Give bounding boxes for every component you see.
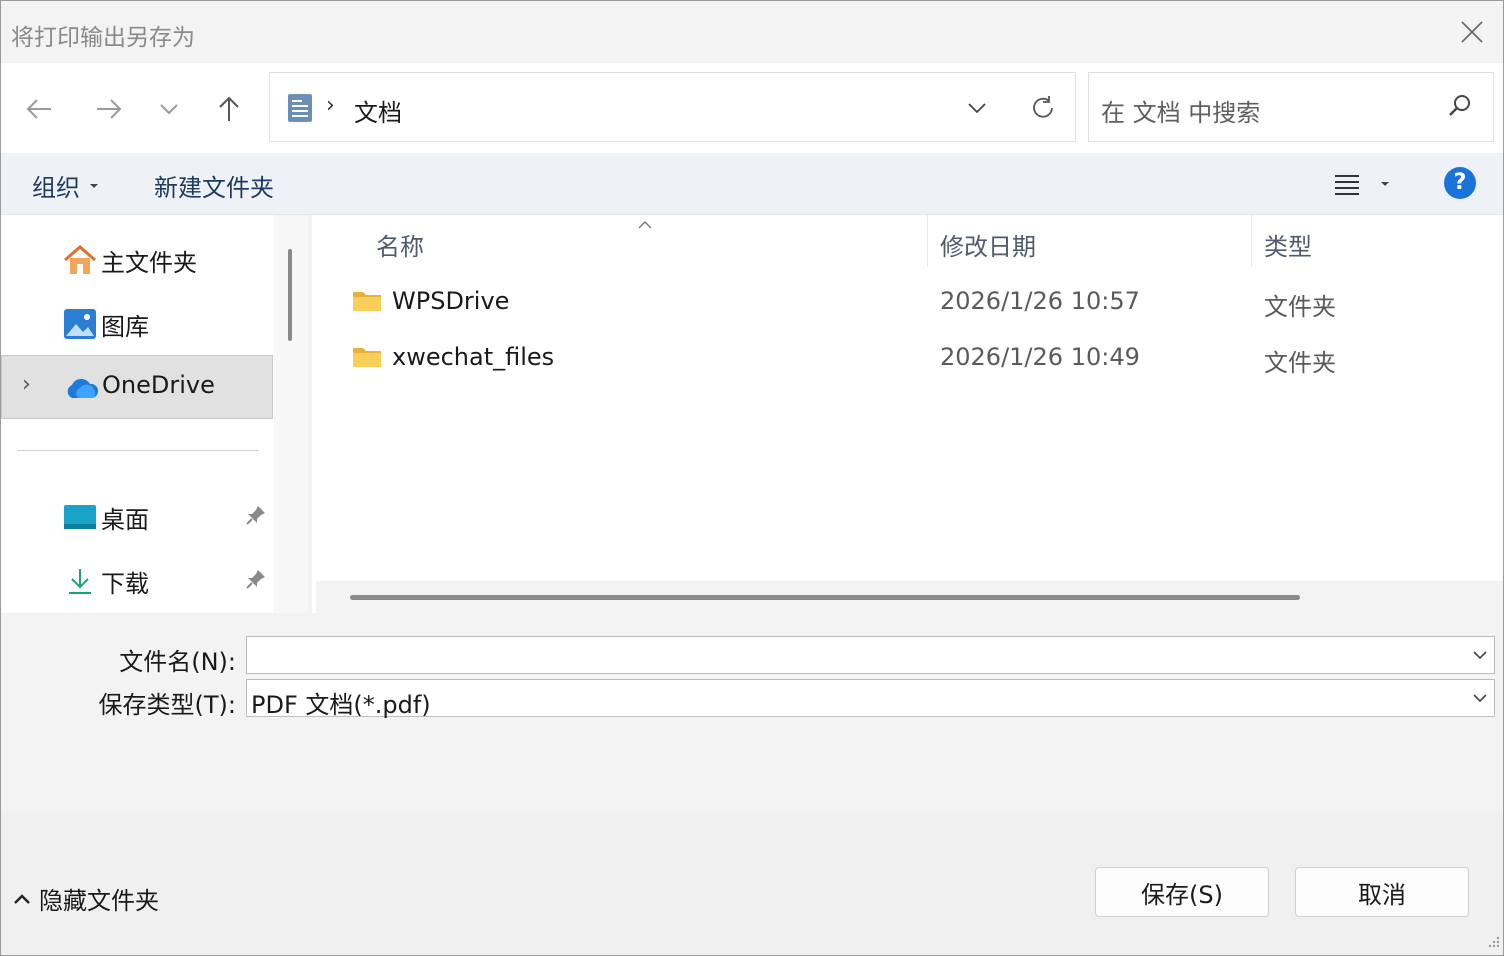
navpane-item-onedrive[interactable]: › OneDrive — [1, 355, 273, 419]
chevron-down-icon[interactable] — [1472, 688, 1488, 712]
address-bar[interactable]: › 文档 — [269, 72, 1076, 142]
back-button[interactable] — [19, 89, 59, 129]
caret-down-icon — [90, 183, 98, 188]
filename-field[interactable] — [246, 636, 1495, 674]
dialog-footer: 隐藏文件夹 保存(S) 取消 — [1, 813, 1503, 955]
arrow-left-icon — [26, 99, 51, 119]
save-fields: 文件名(N): 保存类型(T): PDF 文档(*.pdf) — [1, 613, 1503, 813]
save-as-dialog: 将打印输出另存为 › 文档 在 文档 中搜索 组织 新建文件夹 ? 主文件夹 图… — [0, 0, 1504, 956]
navpane-label-gallery: 图库 — [101, 313, 149, 341]
pin-icon[interactable] — [245, 504, 267, 530]
file-row[interactable]: xwechat_files 2026/1/26 10:49 文件夹 — [312, 331, 1503, 387]
refresh-button[interactable] — [1024, 89, 1062, 127]
horizontal-scrollbar[interactable] — [316, 581, 1503, 613]
file-row[interactable]: WPSDrive 2026/1/26 10:57 文件夹 — [312, 275, 1503, 331]
navpane-label-downloads: 下载 — [101, 570, 149, 598]
document-icon — [287, 93, 313, 127]
file-date: 2026/1/26 10:57 — [940, 287, 1140, 315]
navpane-label-home: 主文件夹 — [101, 249, 197, 277]
navigation-bar: › 文档 在 文档 中搜索 — [1, 63, 1503, 153]
onedrive-cloud-icon — [64, 371, 98, 405]
column-header-name[interactable]: 名称 — [376, 227, 424, 262]
file-type: 文件夹 — [1264, 349, 1336, 377]
search-icon[interactable] — [1447, 93, 1473, 123]
folder-icon — [352, 345, 382, 373]
chevron-down-icon — [968, 103, 986, 114]
new-folder-button[interactable]: 新建文件夹 — [154, 168, 274, 203]
arrow-up-icon — [219, 96, 239, 121]
expand-chevron-icon[interactable]: › — [22, 372, 31, 397]
file-type: 文件夹 — [1264, 293, 1336, 321]
savetype-value: PDF 文档(*.pdf) — [251, 691, 431, 719]
file-date: 2026/1/26 10:49 — [940, 343, 1140, 371]
navpane-item-gallery[interactable]: 图库 — [1, 292, 273, 354]
pin-icon[interactable] — [245, 568, 267, 594]
help-button[interactable]: ? — [1444, 167, 1476, 199]
view-options-button[interactable] — [1333, 167, 1393, 201]
home-icon — [63, 243, 97, 277]
column-header-date[interactable]: 修改日期 — [940, 227, 1036, 262]
recent-locations-button[interactable] — [149, 89, 189, 129]
list-view-icon — [1335, 175, 1359, 195]
desktop-icon — [63, 500, 97, 534]
refresh-icon — [1033, 96, 1053, 118]
navpane-divider — [17, 450, 259, 451]
chevron-up-icon — [14, 893, 30, 904]
up-button[interactable] — [209, 89, 249, 129]
address-dropdown-button[interactable] — [960, 91, 994, 125]
download-icon — [63, 564, 97, 598]
hide-folders-label: 隐藏文件夹 — [39, 887, 159, 915]
column-divider[interactable] — [927, 215, 928, 267]
close-button[interactable] — [1441, 1, 1503, 63]
savetype-label: 保存类型(T): — [98, 691, 236, 719]
resize-grip-icon[interactable] — [1485, 933, 1501, 953]
filename-label: 文件名(N): — [119, 648, 236, 676]
cancel-button[interactable]: 取消 — [1295, 867, 1469, 917]
title-bar: 将打印输出另存为 — [1, 1, 1503, 63]
search-input[interactable]: 在 文档 中搜索 — [1101, 93, 1260, 128]
caret-down-icon — [1381, 182, 1389, 186]
arrow-right-icon — [97, 99, 122, 119]
navpane-label-desktop: 桌面 — [101, 506, 149, 534]
folder-icon — [352, 289, 382, 317]
organize-label: 组织 — [32, 174, 80, 202]
dialog-title: 将打印输出另存为 — [11, 25, 195, 51]
column-header-type[interactable]: 类型 — [1264, 227, 1312, 262]
navpane-scrollbar-thumb[interactable] — [288, 249, 292, 341]
chevron-down-icon — [160, 104, 178, 115]
search-box[interactable]: 在 文档 中搜索 — [1088, 72, 1494, 142]
file-name: xwechat_files — [392, 343, 555, 371]
close-icon — [1461, 21, 1483, 43]
forward-button[interactable] — [89, 89, 129, 129]
sort-ascending-icon — [637, 215, 653, 234]
breadcrumb-separator[interactable]: › — [326, 93, 335, 118]
column-divider[interactable] — [1251, 215, 1252, 267]
file-name: WPSDrive — [392, 287, 510, 315]
hide-folders-toggle[interactable]: 隐藏文件夹 — [13, 881, 159, 916]
command-bar: 组织 新建文件夹 ? — [1, 153, 1503, 215]
breadcrumb-documents[interactable]: 文档 — [354, 93, 402, 128]
file-list: 名称 修改日期 类型 WPSDrive 2026/1/26 10:57 文件夹 … — [312, 215, 1503, 613]
horizontal-scrollbar-thumb[interactable] — [350, 595, 1300, 600]
organize-button[interactable]: 组织 — [32, 168, 102, 203]
navpane-item-desktop[interactable]: 桌面 — [1, 485, 273, 547]
navpane-item-home[interactable]: 主文件夹 — [1, 228, 273, 290]
savetype-select[interactable]: PDF 文档(*.pdf) — [246, 679, 1495, 719]
gallery-icon — [63, 307, 97, 341]
navpane-item-downloads[interactable]: 下载 — [1, 549, 273, 611]
navigation-pane: 主文件夹 图库 › OneDrive 桌面 下载 — [1, 215, 308, 613]
navpane-label-onedrive: OneDrive — [102, 371, 215, 399]
save-button[interactable]: 保存(S) — [1095, 867, 1269, 917]
chevron-down-icon[interactable] — [1472, 645, 1488, 669]
